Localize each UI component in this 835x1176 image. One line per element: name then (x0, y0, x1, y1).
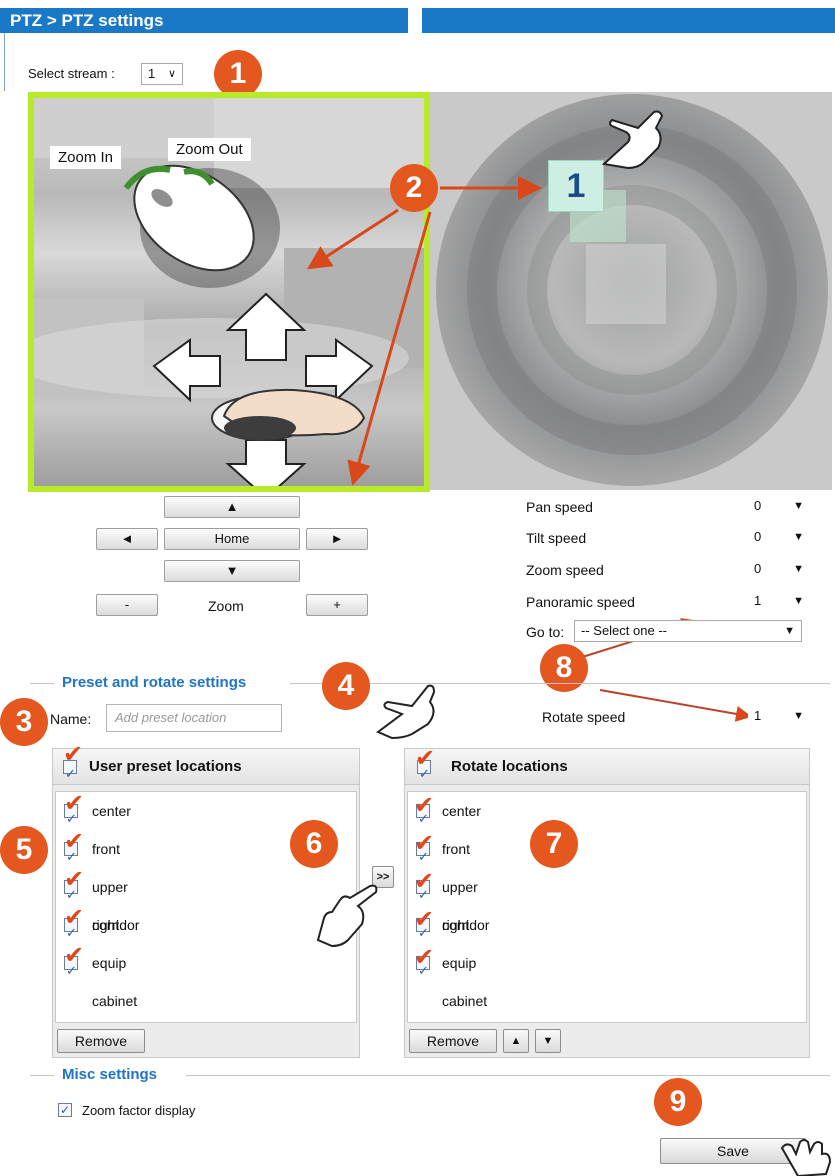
zoom-label: Zoom (208, 598, 244, 614)
user-preset-header: ✔ User preset locations (53, 743, 359, 792)
step-badge-6: 6 (290, 820, 338, 868)
pan-speed-label: Pan speed (526, 499, 593, 515)
caret-down-icon: ▼ (793, 563, 804, 575)
zoom-speed-label: Zoom speed (526, 562, 604, 578)
tilt-speed-label: Tilt speed (526, 530, 587, 546)
pointing-hand-icon (780, 1139, 832, 1176)
goto-label: Go to: (526, 624, 565, 640)
rotate-list: ✔center ✔front ✔upper right ✔corridor ✔e… (407, 791, 807, 1023)
tilt-down-button[interactable]: ▼ (164, 560, 300, 582)
pan-left-button[interactable]: ◄ (96, 528, 158, 550)
pointing-hand-icon (316, 884, 378, 948)
rotate-panel: ✔ Rotate locations ✔center ✔front ✔upper… (404, 745, 810, 1058)
rotate-speed-label: Rotate speed (542, 709, 626, 725)
zoom-out-button[interactable]: - (96, 594, 158, 616)
caret-down-icon: ▼ (793, 500, 804, 512)
check-mark-icon: ✔ (415, 745, 436, 772)
move-down-button[interactable]: ▼ (535, 1029, 561, 1053)
caret-down-icon: ▼ (793, 710, 804, 722)
remove-rotate-button[interactable]: Remove (409, 1029, 497, 1053)
step-badge-8: 8 (540, 644, 588, 692)
tilt-up-button[interactable]: ▲ (164, 496, 300, 518)
zoom-factor-checkbox[interactable]: ✓ (58, 1103, 72, 1117)
preset-name-input[interactable]: Add preset location (106, 704, 282, 732)
zoom-in-button[interactable]: + (306, 594, 368, 616)
step-badge-3: 3 (0, 698, 48, 746)
pan-speed-select[interactable]: 0 ▼ (748, 496, 810, 518)
zoom-speed-select[interactable]: 0 ▼ (748, 559, 810, 581)
misc-section-legend: Misc settings (62, 1066, 158, 1083)
home-button[interactable]: Home (164, 528, 300, 550)
step-badge-4: 4 (322, 662, 370, 710)
zoom-factor-label: Zoom factor display (82, 1103, 196, 1118)
caret-down-icon: ▼ (784, 625, 795, 637)
step-badge-9: 9 (654, 1078, 702, 1126)
goto-select[interactable]: -- Select one -- ▼ (574, 620, 802, 642)
caret-down-icon: ▼ (793, 595, 804, 607)
caret-down-icon: ▼ (793, 531, 804, 543)
remove-user-button[interactable]: Remove (57, 1029, 145, 1053)
check-mark-icon: ✔ (63, 741, 84, 768)
panoramic-speed-select[interactable]: 1 ▼ (748, 591, 810, 613)
tilt-speed-select[interactable]: 0 ▼ (748, 527, 810, 549)
pan-right-button[interactable]: ► (306, 528, 368, 550)
step-badge-5: 5 (0, 826, 48, 874)
name-label: Name: (50, 711, 92, 727)
panoramic-speed-label: Panoramic speed (526, 594, 635, 610)
preset-section-legend: Preset and rotate settings (62, 674, 247, 691)
rotate-header: ✔ Rotate locations (405, 745, 809, 792)
move-up-button[interactable]: ▲ (503, 1029, 529, 1053)
pointing-hand-icon (376, 684, 436, 740)
step-badge-7: 7 (530, 820, 578, 868)
rotate-speed-select[interactable]: 1 ▼ (748, 706, 810, 728)
